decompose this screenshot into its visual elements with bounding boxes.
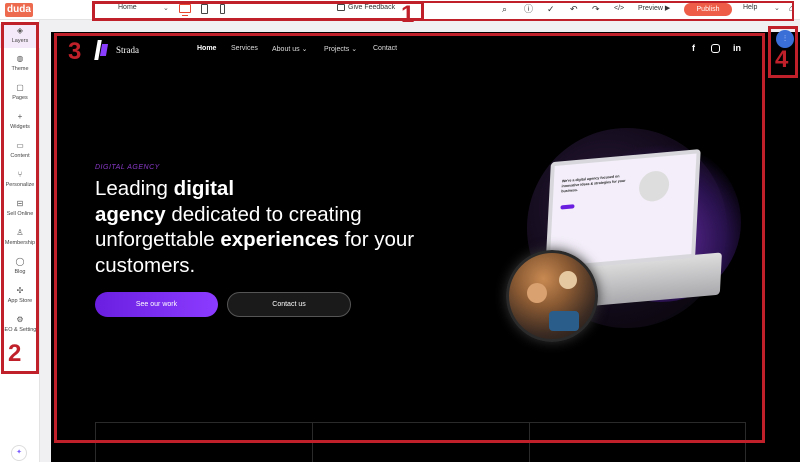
strada-logo-icon[interactable] (94, 40, 109, 60)
redo-icon[interactable]: ↷ (592, 3, 600, 15)
personalize-icon: ⑂ (17, 170, 23, 179)
info-icon[interactable]: ⓘ (524, 3, 533, 15)
sidebar-item-label: Blog (14, 269, 26, 275)
palette-icon: ◍ (16, 54, 24, 63)
nav-services[interactable]: Services (231, 45, 258, 52)
instagram-icon[interactable] (711, 44, 720, 53)
publish-button[interactable]: Publish (684, 3, 732, 16)
chevron-down-icon[interactable]: ⌄ (163, 4, 169, 12)
person-figure (559, 271, 577, 289)
mockup-heading: We're a digital agency focused on innova… (561, 174, 626, 194)
eyebrow-text: DIGITAL AGENCY (95, 164, 160, 171)
page-select[interactable]: Home (118, 4, 137, 11)
hero-headline: Leading digital agency dedicated to crea… (95, 177, 415, 277)
sidebar-item-membership[interactable]: ♙ Membership (0, 228, 40, 246)
duda-logo[interactable]: duda (5, 3, 33, 17)
chat-icon: ◯ (15, 257, 25, 266)
features-row (95, 422, 746, 462)
divider (529, 422, 530, 462)
give-feedback-button[interactable]: Give Feedback (337, 4, 395, 11)
nav-about-us[interactable]: About us ⌄ (272, 45, 307, 53)
sidebar-item-label: Membership (4, 240, 36, 246)
contact-us-button[interactable]: Contact us (227, 292, 351, 317)
code-icon[interactable]: </> (614, 3, 624, 15)
sidebar-item-label: Widgets (10, 124, 30, 130)
sidebar-item-label: Pages (12, 95, 28, 101)
tablet-view-icon[interactable] (201, 4, 208, 14)
editor-canvas: Strada Home Services About us ⌄ Projects… (40, 20, 800, 462)
sidebar-item-sell-online[interactable]: ⊟ Sell Online (0, 199, 40, 217)
left-sidebar: ◈ Layers ◍ Theme ▢ Pages + Widgets ▭ Con… (0, 20, 40, 462)
user-icon: ♙ (16, 228, 24, 237)
sidebar-item-label: Theme (11, 66, 29, 72)
sidebar-item-content[interactable]: ▭ Content (0, 141, 40, 159)
sidebar-item-label: SEO & Settings (0, 327, 40, 333)
sidebar-item-personalize[interactable]: ⑂ Personalize (0, 170, 40, 188)
sidebar-item-label: Layers (11, 38, 29, 44)
help-menu[interactable]: Help (743, 4, 757, 11)
annotation-number-3: 3 (68, 38, 82, 65)
mockup-button (560, 204, 575, 210)
person-figure (527, 283, 547, 303)
puzzle-icon: ✣ (16, 286, 24, 295)
sidebar-item-widgets[interactable]: + Widgets (0, 112, 40, 130)
undo-icon[interactable]: ↶ (570, 3, 578, 15)
preview-button[interactable]: Preview ▶ (638, 4, 670, 12)
nav-projects[interactable]: Projects ⌄ (324, 45, 357, 53)
gear-icon: ⚙ (16, 315, 24, 324)
give-feedback-label: Give Feedback (348, 4, 396, 11)
sidebar-item-layers[interactable]: ◈ Layers (0, 24, 40, 48)
check-icon[interactable]: ✓ (547, 3, 555, 15)
linkedin-icon[interactable]: in (733, 43, 741, 53)
sidebar-item-app-store[interactable]: ✣ App Store (0, 286, 40, 304)
laptop-in-photo (549, 311, 579, 331)
annotation-number-2: 2 (8, 340, 22, 367)
nav-projects-label: Projects (324, 46, 350, 53)
website-preview[interactable]: Strada Home Services About us ⌄ Projects… (51, 32, 800, 462)
sidebar-item-label: Sell Online (6, 211, 34, 217)
sidebar-item-pages[interactable]: ▢ Pages (0, 83, 40, 101)
home-icon[interactable]: ⌂ (789, 3, 794, 13)
folder-icon: ▭ (16, 141, 24, 150)
site-brand[interactable]: Strada (116, 45, 139, 55)
facebook-icon[interactable]: f (692, 43, 695, 53)
sidebar-item-label: App Store (7, 298, 33, 304)
mobile-view-icon[interactable] (220, 4, 225, 14)
top-toolbar: duda Home ⌄ Give Feedback ⌕ ⓘ ✓ ↶ ↷ </> … (0, 0, 800, 20)
feedback-icon (337, 4, 345, 11)
divider (312, 422, 313, 462)
sidebar-item-seo-settings[interactable]: ⚙ SEO & Settings (0, 315, 40, 333)
nav-contact[interactable]: Contact (373, 45, 397, 52)
see-our-work-button[interactable]: See our work (95, 292, 218, 317)
pages-icon: ▢ (16, 83, 24, 92)
plus-icon: + (17, 112, 23, 121)
sidebar-item-blog[interactable]: ◯ Blog (0, 257, 40, 275)
preview-label: Preview (638, 5, 663, 12)
mockup-image (638, 169, 670, 203)
search-icon[interactable]: ⌕ (502, 3, 507, 15)
sidebar-item-label: Personalize (5, 182, 35, 188)
sidebar-item-theme[interactable]: ◍ Theme (0, 54, 40, 72)
layers-icon: ◈ (16, 26, 24, 35)
nav-home[interactable]: Home (197, 45, 216, 52)
annotation-number-1: 1 (401, 1, 415, 28)
desktop-view-icon[interactable] (179, 4, 191, 16)
annotation-number-4: 4 (775, 46, 789, 73)
team-photo (506, 250, 598, 342)
cart-icon: ⊟ (16, 199, 24, 208)
chevron-down-icon[interactable]: ⌄ (774, 4, 780, 12)
nav-about-us-label: About us (272, 46, 300, 53)
assistant-icon[interactable]: ✦ (11, 445, 27, 461)
sidebar-item-label: Content (10, 153, 30, 159)
